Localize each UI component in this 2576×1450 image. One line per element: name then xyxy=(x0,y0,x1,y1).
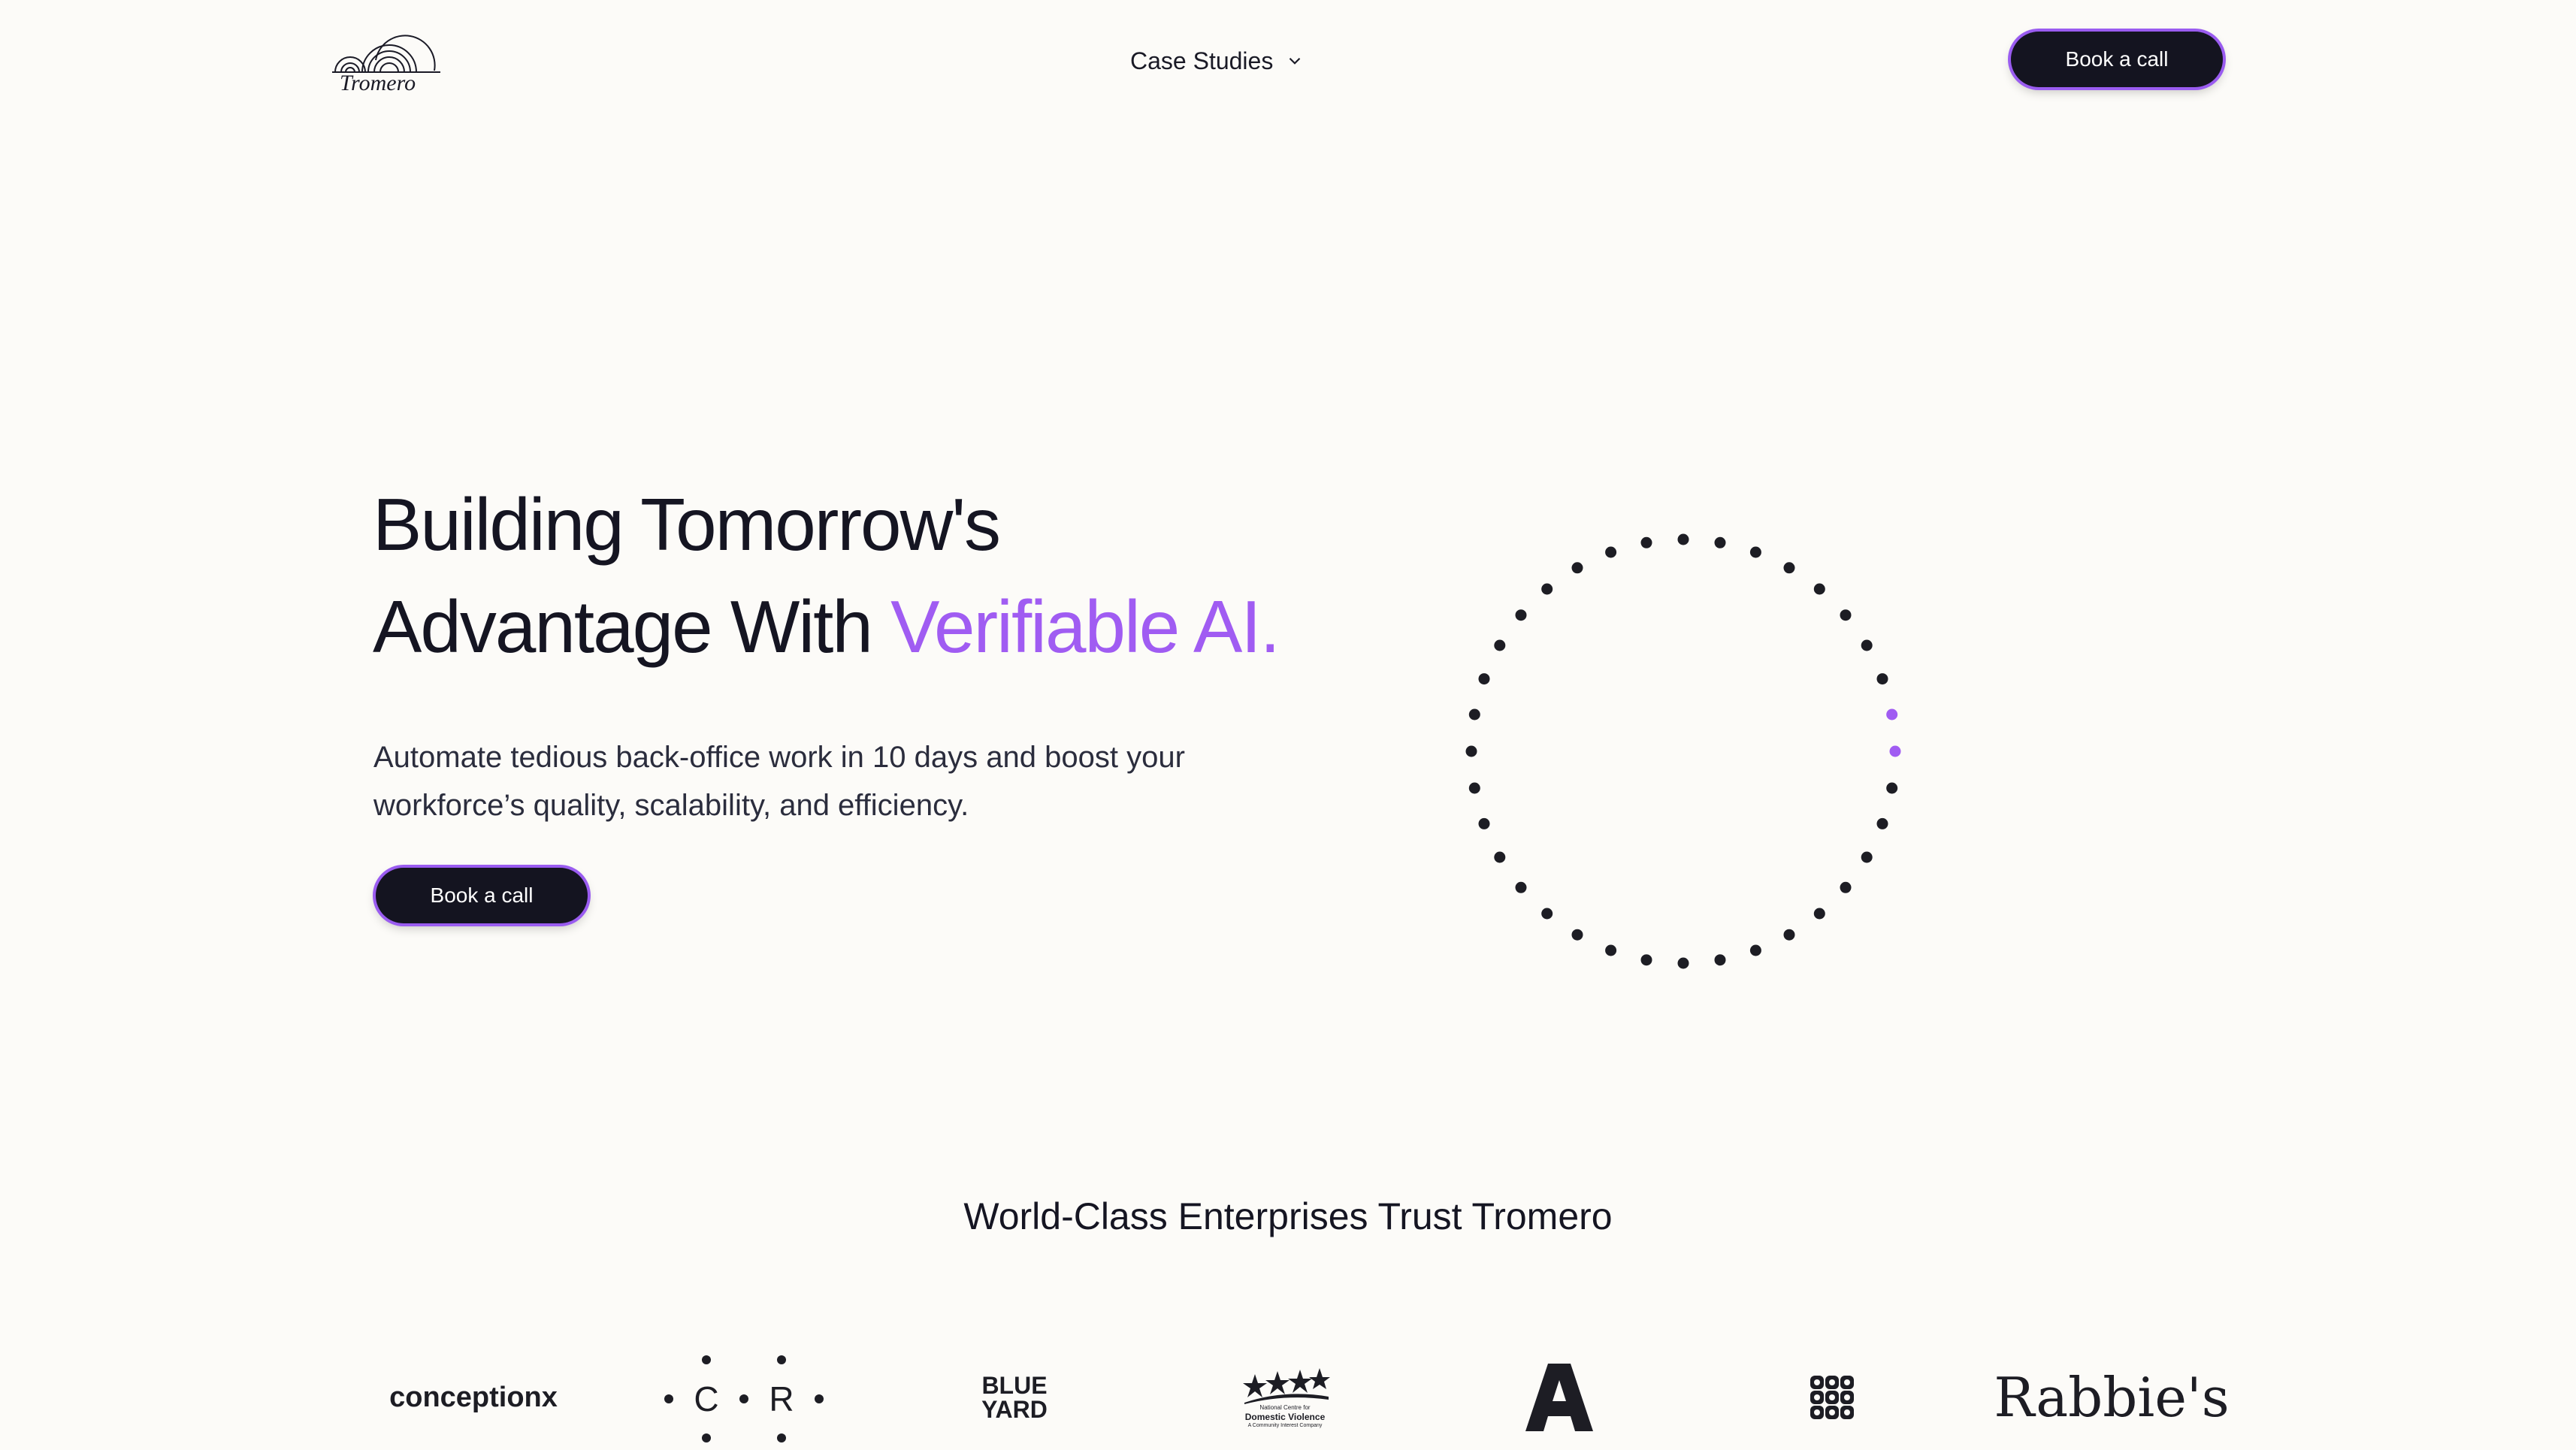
pattern-logo-mark xyxy=(1810,1376,1854,1419)
ring-dot xyxy=(1468,708,1480,720)
ring-dot xyxy=(1515,881,1527,893)
ring-dot xyxy=(1714,536,1726,548)
cr-logo-r: R xyxy=(769,1379,794,1418)
ring-dot-accent xyxy=(1889,745,1901,757)
ring-dot xyxy=(1749,546,1761,558)
ring-dot xyxy=(1840,609,1852,621)
blueyard-line2: YARD xyxy=(981,1396,1048,1423)
a-letter-mark xyxy=(1525,1364,1593,1431)
ring-dot xyxy=(1640,536,1652,548)
ring-dot xyxy=(1494,639,1506,651)
hero-title-line1: Building Tomorrow's xyxy=(373,483,1001,566)
book-call-button-hero[interactable]: Book a call xyxy=(376,868,588,923)
nav-case-studies-label: Case Studies xyxy=(1130,47,1274,74)
dot-ring-loader xyxy=(1465,533,1901,969)
cr-logo: C R xyxy=(654,1345,834,1450)
ring-dot xyxy=(1876,673,1888,685)
conceptionx-logo: conceptionx xyxy=(376,1345,571,1450)
ring-dot xyxy=(1783,929,1795,941)
hero-title: Building Tomorrow's Advantage With Verif… xyxy=(373,473,1350,678)
ring-dot xyxy=(1605,546,1617,558)
ring-dot xyxy=(1749,944,1761,956)
ring-dot xyxy=(1494,851,1506,863)
ring-dot xyxy=(1478,817,1490,829)
ring-dot xyxy=(1783,562,1795,574)
ring-dot xyxy=(1813,583,1825,595)
book-call-label: Book a call xyxy=(430,884,534,907)
ring-dot xyxy=(1861,851,1873,863)
rabbies-logo: Rabbie's xyxy=(1994,1345,2229,1450)
blueyard-line1: BLUE xyxy=(981,1372,1048,1399)
hero-title-accent: Verifiable AI. xyxy=(890,585,1280,668)
nav-case-studies[interactable]: Case Studies xyxy=(1130,42,1305,80)
ring-dot xyxy=(1468,782,1480,794)
chevron-down-icon xyxy=(1290,57,1301,65)
ring-dot xyxy=(1840,881,1852,893)
ring-dot xyxy=(1677,533,1689,545)
ring-dot xyxy=(1813,908,1825,920)
ring-dot xyxy=(1677,957,1689,969)
ring-dot xyxy=(1541,583,1553,595)
ring-dot xyxy=(1876,817,1888,829)
ring-dot xyxy=(1571,562,1583,574)
ring-dot xyxy=(1640,954,1652,966)
ring-dot xyxy=(1541,908,1553,920)
pattern-logo xyxy=(1804,1345,1861,1450)
book-call-button-header[interactable]: Book a call xyxy=(2011,32,2223,87)
ring-dot-accent xyxy=(1886,708,1898,720)
ring-dot xyxy=(1605,944,1617,956)
conceptionx-logo-text: conceptionx xyxy=(389,1381,558,1413)
trust-heading: World-Class Enterprises Trust Tromero xyxy=(963,1195,1613,1237)
ncdv-logo: National Centre for Domestic Violence A … xyxy=(1232,1345,1338,1450)
ring-dot xyxy=(1478,673,1490,685)
ring-dot xyxy=(1515,609,1527,621)
ring-dot xyxy=(1714,954,1726,966)
hero-subtitle: Automate tedious back-office work in 10 … xyxy=(373,741,1185,822)
logo-wordmark: Tromero xyxy=(340,71,416,95)
a-letter-logo xyxy=(1518,1345,1601,1450)
ncdv-line1: National Centre for xyxy=(1259,1403,1311,1411)
tromero-logo[interactable]: Tromero xyxy=(331,27,443,95)
ncdv-line2: Domestic Violence xyxy=(1244,1411,1326,1422)
cr-logo-c: C xyxy=(694,1379,718,1418)
ring-dot xyxy=(1861,639,1873,651)
blueyard-logo: BLUE YARD xyxy=(954,1345,1075,1450)
rabbies-logo-text: Rabbie's xyxy=(1994,1366,2230,1429)
ring-dot xyxy=(1886,782,1898,794)
cr-logo-mark: C R xyxy=(664,1355,824,1442)
book-call-label: Book a call xyxy=(2065,47,2169,71)
ring-dot xyxy=(1465,745,1477,757)
ncdv-stars-icon xyxy=(1243,1367,1330,1404)
ring-dot xyxy=(1571,929,1583,941)
ncdv-line3: A Community Interest Company xyxy=(1247,1422,1323,1428)
hero-title-line2: Advantage With xyxy=(373,585,891,668)
